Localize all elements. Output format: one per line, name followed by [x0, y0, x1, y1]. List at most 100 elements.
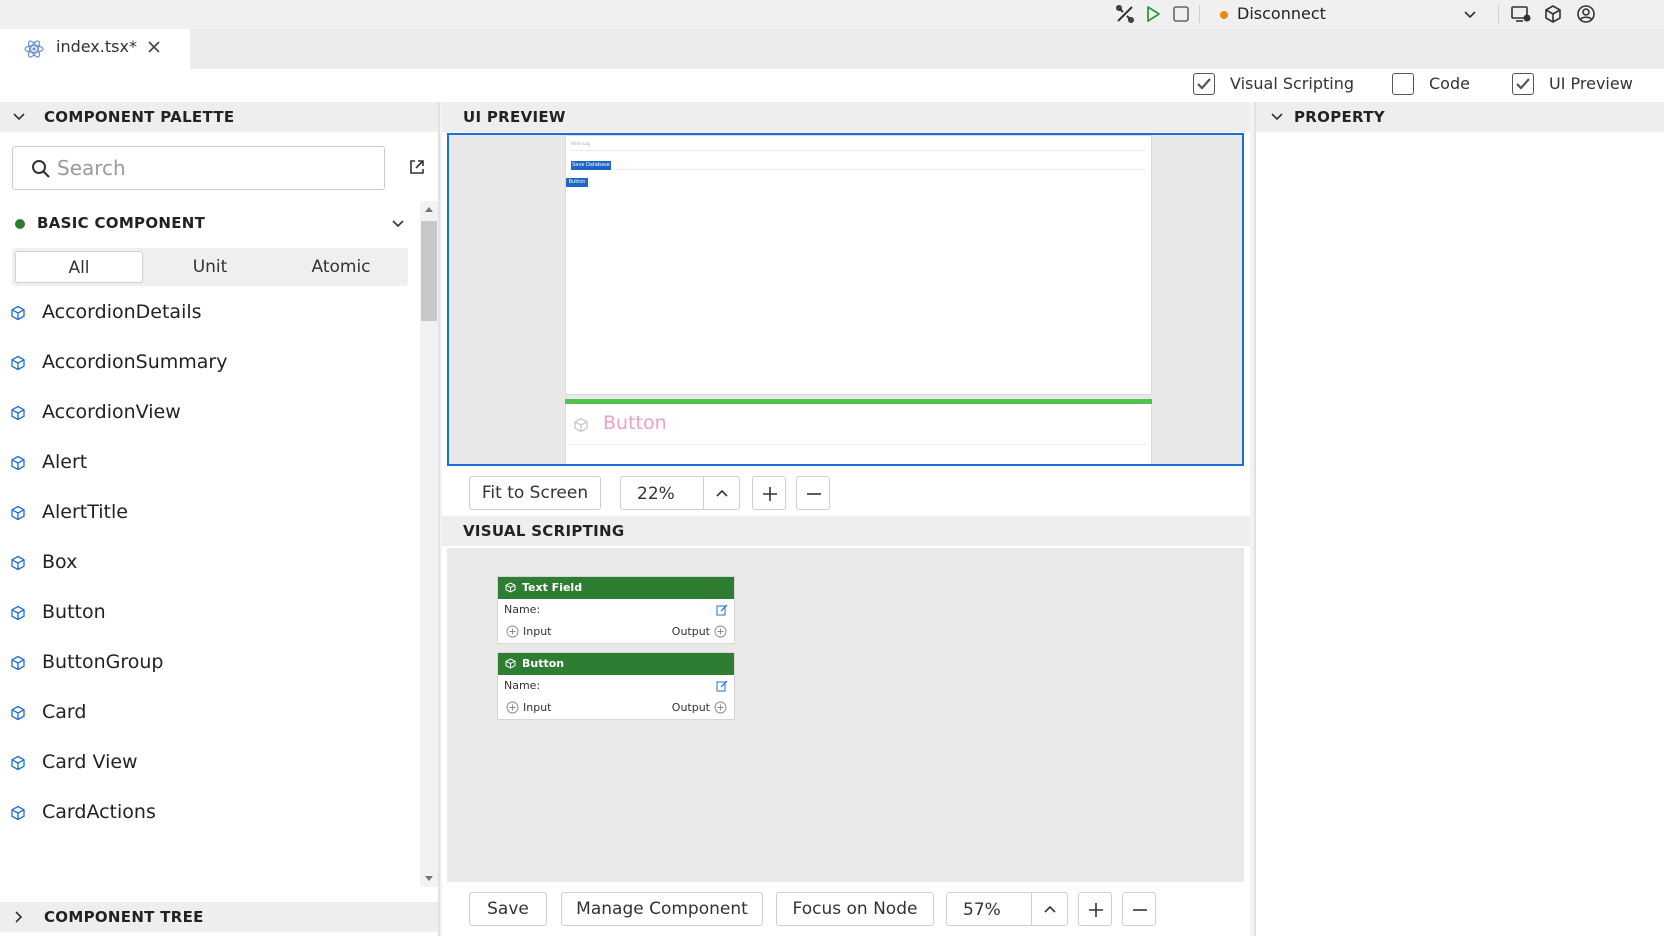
component-list-scrollbar[interactable] [420, 201, 438, 887]
preview-zoom-in-button[interactable] [752, 476, 786, 510]
component-list-item[interactable]: AccordionDetails [0, 290, 410, 340]
component-list-item[interactable]: Button [0, 590, 410, 640]
preview-save-database-button[interactable]: Save Database [571, 161, 611, 170]
chevron-down-icon[interactable] [390, 216, 406, 232]
preview-zoom-out-button[interactable] [796, 476, 830, 510]
connection-select-label[interactable]: Disconnect [1237, 4, 1326, 23]
tools-icon[interactable] [1115, 4, 1135, 24]
search-box[interactable] [12, 146, 385, 190]
code-checkbox[interactable] [1392, 73, 1414, 95]
account-circle-icon[interactable] [1576, 4, 1596, 24]
property-title: PROPERTY [1294, 108, 1385, 126]
component-palette-panel: COMPONENT PALETTE BASIC COMPONENT All Un… [0, 102, 440, 936]
scroll-up-icon[interactable] [424, 205, 434, 213]
add-output-icon[interactable] [714, 701, 727, 714]
edit-icon[interactable] [716, 680, 728, 692]
chevron-up-icon[interactable] [1031, 893, 1067, 925]
filter-segmented-control: All Unit Atomic [12, 248, 408, 286]
manage-component-button[interactable]: Manage Component [561, 892, 763, 926]
preview-text-field[interactable]: Write Log [571, 141, 590, 146]
node-name-label: Name: [504, 603, 541, 616]
scroll-down-icon[interactable] [424, 875, 434, 883]
cube-icon [10, 755, 26, 771]
component-list-item-label: ButtonGroup [42, 651, 164, 673]
cube-icon [505, 658, 516, 669]
drag-ghost-button[interactable]: Button [565, 404, 1152, 464]
view-toggle-row: Visual Scripting Code UI Preview [0, 69, 1664, 102]
chevron-right-icon [12, 910, 26, 924]
chevron-down-icon [12, 110, 26, 124]
node-text-field[interactable]: Text Field Name: Input Output [497, 576, 735, 644]
close-icon[interactable] [146, 39, 162, 55]
filter-atomic[interactable]: Atomic [277, 251, 405, 283]
chevron-up-icon[interactable] [703, 477, 739, 509]
property-header[interactable]: PROPERTY [1256, 102, 1664, 132]
toolbar-divider [1498, 5, 1499, 23]
component-list-item[interactable]: Card View [0, 740, 410, 790]
component-list-item[interactable]: Card [0, 690, 410, 740]
chevron-down-icon[interactable] [1462, 6, 1478, 22]
add-input-icon[interactable] [506, 701, 519, 714]
play-icon[interactable] [1143, 4, 1163, 24]
output-port-label: Output [671, 625, 710, 638]
component-list-item-label: AccordionSummary [42, 351, 228, 373]
component-list-item[interactable]: Box [0, 540, 410, 590]
group-status-dot [15, 219, 25, 229]
filter-unit[interactable]: Unit [146, 251, 274, 283]
focus-on-node-button[interactable]: Focus on Node [776, 892, 934, 926]
cube-icon [10, 505, 26, 521]
node-title: Button [522, 657, 565, 670]
script-zoom-value[interactable]: 57% [963, 900, 1001, 920]
component-list-item[interactable]: ButtonGroup [0, 640, 410, 690]
component-palette-header[interactable]: COMPONENT PALETTE [0, 102, 438, 132]
visual-scripting-canvas[interactable]: Text Field Name: Input Output Button Nam… [447, 548, 1244, 882]
input-port-label: Input [523, 701, 552, 714]
script-zoom-in-button[interactable] [1078, 892, 1112, 926]
ui-preview-title: UI PREVIEW [463, 108, 566, 126]
visual-scripting-label: Visual Scripting [1230, 74, 1354, 93]
component-list-item[interactable]: AlertTitle [0, 490, 410, 540]
stop-icon[interactable] [1171, 4, 1191, 24]
basic-component-group-title[interactable]: BASIC COMPONENT [37, 214, 205, 232]
component-list-item[interactable]: CardContent [0, 840, 410, 842]
edit-icon[interactable] [716, 604, 728, 616]
preview-button[interactable]: Button [566, 178, 588, 187]
scrollbar-thumb[interactable] [421, 221, 437, 321]
node-name-row: Name: [498, 599, 734, 621]
device-preview-icon[interactable] [1510, 4, 1531, 24]
component-list-item[interactable]: AccordionView [0, 390, 410, 440]
ui-preview-viewport[interactable]: Write Log Save Database Button Button [447, 133, 1244, 466]
output-port-label: Output [671, 701, 710, 714]
component-list-item[interactable]: Alert [0, 440, 410, 490]
open-external-icon[interactable] [408, 158, 426, 176]
filter-all[interactable]: All [15, 251, 143, 283]
add-input-icon[interactable] [506, 625, 519, 638]
component-tree-title: COMPONENT TREE [44, 908, 204, 926]
visual-scripting-checkbox[interactable] [1193, 73, 1215, 95]
script-zoom-stepper[interactable]: 57% [946, 892, 1068, 926]
preview-zoom-stepper[interactable]: 22% [620, 476, 740, 510]
cube-icon [10, 555, 26, 571]
search-input[interactable] [57, 155, 357, 181]
add-output-icon[interactable] [714, 625, 727, 638]
save-button[interactable]: Save [469, 892, 547, 926]
node-name-label: Name: [504, 679, 541, 692]
cube-icon [10, 605, 26, 621]
fit-to-screen-button[interactable]: Fit to Screen [469, 476, 601, 510]
component-list: AccordionDetails AccordionSummary Accordio… [0, 290, 420, 842]
node-header[interactable]: Text Field [498, 577, 734, 599]
component-list-item[interactable]: AccordionSummary [0, 340, 410, 390]
cube-icon [10, 305, 26, 321]
preview-zoom-value[interactable]: 22% [637, 484, 675, 504]
top-toolbar: Disconnect [0, 0, 1664, 29]
ui-preview-checkbox[interactable] [1512, 73, 1534, 95]
cube-icon[interactable] [1543, 4, 1563, 24]
component-list-item[interactable]: CardActions [0, 790, 410, 840]
cube-icon [10, 805, 26, 821]
component-tree-header[interactable]: COMPONENT TREE [0, 902, 438, 932]
node-header[interactable]: Button [498, 653, 734, 675]
preview-canvas[interactable]: Write Log Save Database Button [565, 135, 1152, 395]
script-zoom-out-button[interactable] [1122, 892, 1156, 926]
tab-index-tsx[interactable]: index.tsx* [0, 29, 190, 69]
node-button[interactable]: Button Name: Input Output [497, 652, 735, 720]
